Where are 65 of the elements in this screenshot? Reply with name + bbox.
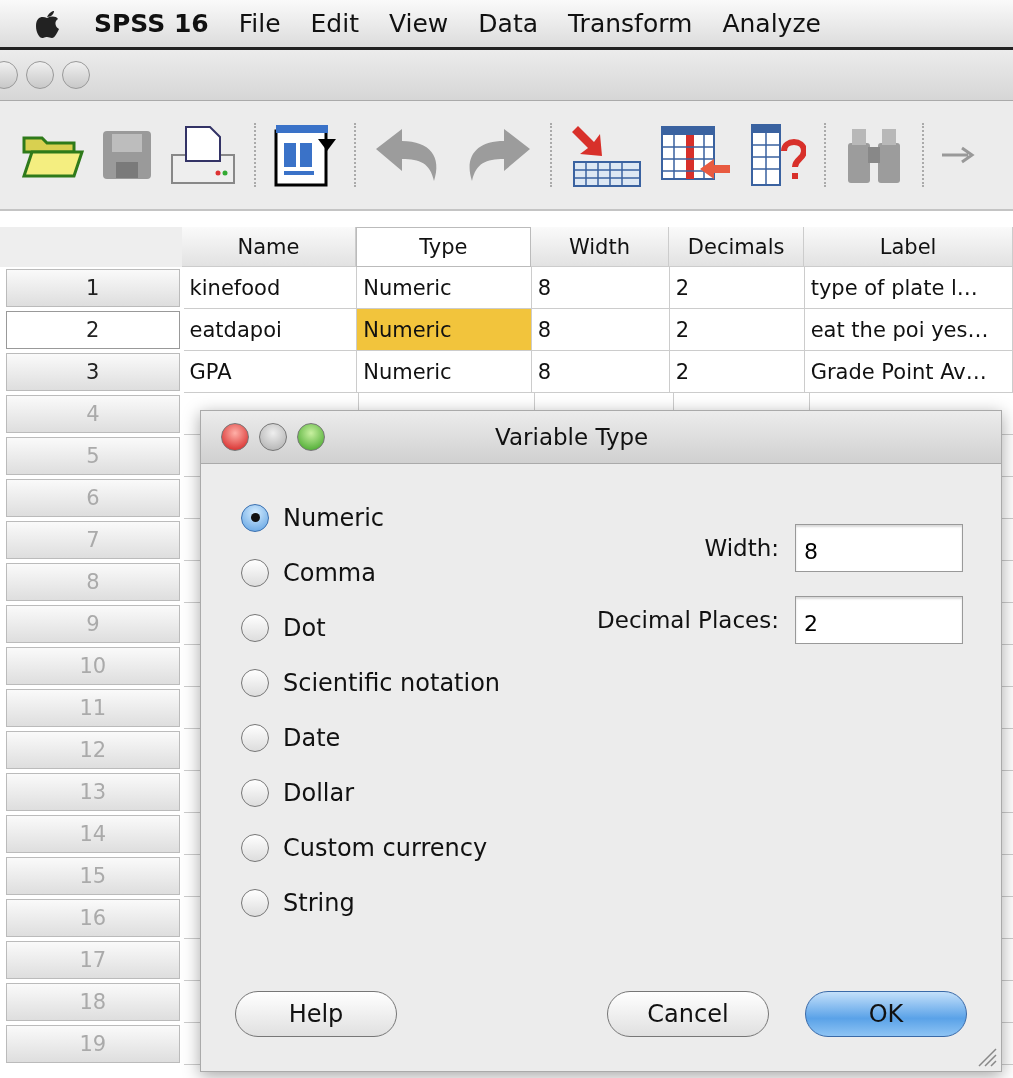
radio-icon[interactable] bbox=[241, 503, 269, 532]
radio-option[interactable]: Scientific notation bbox=[241, 655, 561, 710]
zoom-icon[interactable] bbox=[62, 61, 90, 89]
table-cell[interactable]: 2 bbox=[669, 267, 805, 309]
column-header[interactable]: Decimals bbox=[669, 227, 805, 267]
radio-icon[interactable] bbox=[241, 778, 269, 807]
column-header[interactable]: Name bbox=[181, 227, 356, 267]
field-label: Decimal Places: bbox=[597, 607, 779, 633]
radio-option[interactable]: Dollar bbox=[241, 765, 561, 820]
radio-option[interactable]: Date bbox=[241, 710, 561, 765]
option-label: Numeric bbox=[283, 503, 385, 532]
option-label: Dot bbox=[283, 613, 326, 642]
table-cell[interactable]: 8 bbox=[531, 309, 670, 351]
menu-item[interactable]: Analyze bbox=[722, 9, 821, 38]
radio-icon[interactable] bbox=[241, 723, 269, 752]
dialog-button[interactable]: Help bbox=[235, 991, 397, 1037]
column-header[interactable]: Type bbox=[355, 227, 531, 267]
radio-icon[interactable] bbox=[241, 668, 269, 697]
radio-icon[interactable] bbox=[241, 613, 269, 642]
table-cell[interactable]: 8 bbox=[531, 267, 670, 309]
table-cell[interactable]: kinefood bbox=[183, 267, 358, 309]
option-label: Comma bbox=[283, 558, 376, 587]
dialog-dropdown-icon[interactable] bbox=[274, 123, 336, 187]
input-field[interactable]: 2 bbox=[795, 596, 963, 644]
radio-icon[interactable] bbox=[241, 833, 269, 862]
radio-option[interactable]: String bbox=[241, 875, 561, 930]
radio-icon[interactable] bbox=[241, 888, 269, 917]
field-label: Width: bbox=[704, 535, 779, 561]
app-menu[interactable]: SPSS 16 bbox=[94, 9, 209, 38]
row-header[interactable]: 3 bbox=[6, 353, 180, 391]
radio-option[interactable]: Numeric bbox=[241, 490, 561, 545]
option-label: String bbox=[283, 888, 355, 917]
table-cell[interactable]: eat the poi yes… bbox=[804, 309, 1013, 351]
table-cell[interactable]: type of plate l… bbox=[804, 267, 1013, 309]
column-header[interactable]: Label bbox=[804, 227, 1013, 267]
menu-item[interactable]: Edit bbox=[310, 9, 359, 38]
variables-help-icon[interactable] bbox=[750, 123, 806, 187]
radio-option[interactable]: Comma bbox=[241, 545, 561, 600]
close-icon[interactable] bbox=[221, 423, 249, 451]
printer-icon[interactable] bbox=[170, 125, 236, 185]
input-field[interactable]: 8 bbox=[795, 524, 963, 572]
dialog-button[interactable]: Cancel bbox=[607, 991, 769, 1037]
minimize-icon[interactable] bbox=[26, 61, 54, 89]
table-cell[interactable]: Numeric bbox=[357, 309, 532, 351]
dialog-title: Variable Type bbox=[495, 424, 649, 450]
dialog-button[interactable]: OK bbox=[805, 991, 967, 1037]
option-label: Dollar bbox=[283, 778, 355, 807]
radio-option[interactable]: Custom currency bbox=[241, 820, 561, 875]
apple-logo-icon[interactable] bbox=[34, 8, 60, 39]
option-label: Scientific notation bbox=[283, 668, 501, 697]
table-cell[interactable]: 2 bbox=[669, 309, 805, 351]
menu-item[interactable]: View bbox=[389, 9, 449, 38]
zoom-icon[interactable] bbox=[297, 423, 325, 451]
radio-option[interactable]: Dot bbox=[241, 600, 561, 655]
menu-item[interactable]: File bbox=[238, 9, 281, 38]
radio-icon[interactable] bbox=[241, 558, 269, 587]
row-header[interactable]: 2 bbox=[6, 311, 180, 349]
row-header[interactable]: 1 bbox=[6, 269, 180, 307]
option-label: Date bbox=[283, 723, 341, 752]
option-label: Custom currency bbox=[283, 833, 488, 862]
arrow-icon[interactable] bbox=[942, 145, 976, 165]
menu-item[interactable]: Transform bbox=[568, 9, 693, 38]
minimize-icon[interactable] bbox=[259, 423, 287, 451]
column-header[interactable]: Width bbox=[530, 227, 670, 267]
menu-item[interactable]: Data bbox=[478, 9, 538, 38]
